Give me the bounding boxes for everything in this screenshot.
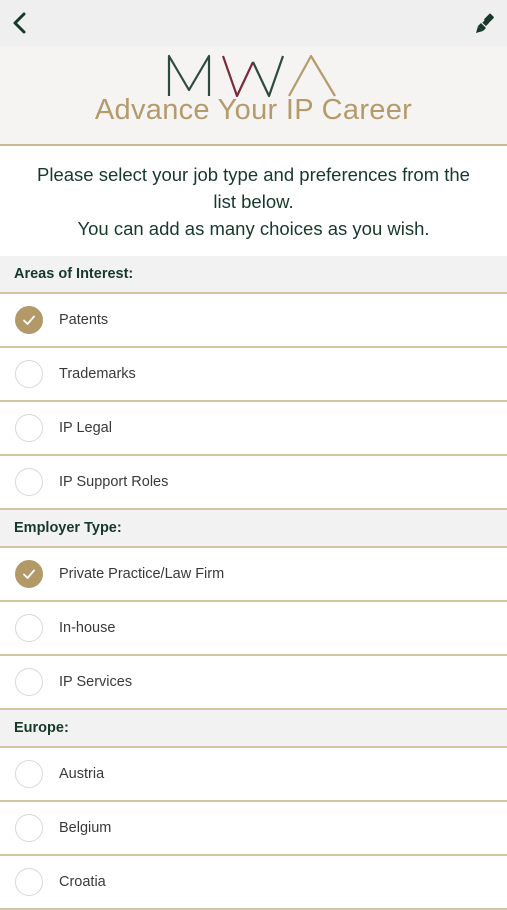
checkbox[interactable] — [15, 468, 43, 496]
checkmark-icon — [23, 315, 35, 325]
option-ip-legal[interactable]: IP Legal — [0, 402, 507, 456]
checkbox[interactable] — [15, 614, 43, 642]
option-label: Austria — [59, 766, 105, 782]
checkbox[interactable] — [15, 560, 43, 588]
brand-header: Advance Your IP Career — [0, 46, 507, 144]
top-navigation-bar — [0, 0, 507, 46]
option-label: Croatia — [59, 874, 106, 890]
checkbox[interactable] — [15, 668, 43, 696]
option-label: Belgium — [59, 820, 112, 836]
checkbox[interactable] — [15, 360, 43, 388]
checkbox[interactable] — [15, 814, 43, 842]
option-in-house[interactable]: In-house — [0, 602, 507, 656]
chevron-left-icon — [13, 12, 26, 34]
preferences-list: Areas of Interest: Patents Trademarks IP… — [0, 256, 507, 910]
checkbox[interactable] — [15, 414, 43, 442]
checkbox[interactable] — [15, 760, 43, 788]
option-croatia[interactable]: Croatia — [0, 856, 507, 910]
option-ip-support-roles[interactable]: IP Support Roles — [0, 456, 507, 510]
option-label: In-house — [59, 620, 116, 636]
checkbox[interactable] — [15, 868, 43, 896]
option-label: Patents — [59, 312, 109, 328]
checkbox[interactable] — [15, 306, 43, 334]
brush-icon — [476, 13, 494, 33]
option-label: IP Services — [59, 674, 133, 690]
brand-title: Advance Your IP Career — [94, 94, 413, 126]
mwa-logo — [167, 54, 336, 98]
section-header-areas-of-interest: Areas of Interest: — [0, 256, 507, 294]
option-austria[interactable]: Austria — [0, 748, 507, 802]
intro-text: Please select your job type and preferen… — [0, 161, 507, 242]
option-ip-services[interactable]: IP Services — [0, 656, 507, 710]
intro-line: You can add as many choices as you wish. — [77, 218, 430, 239]
option-label: Private Practice/Law Firm — [59, 566, 225, 582]
intro-line: Please select your job type and preferen… — [37, 164, 470, 185]
option-private-practice[interactable]: Private Practice/Law Firm — [0, 548, 507, 602]
back-button[interactable] — [6, 8, 36, 38]
option-label: IP Support Roles — [59, 474, 169, 490]
section-header-employer-type: Employer Type: — [0, 510, 507, 548]
brand-divider — [0, 144, 507, 146]
option-belgium[interactable]: Belgium — [0, 802, 507, 856]
intro-line: list below. — [213, 191, 294, 212]
checkmark-icon — [23, 569, 35, 579]
option-label: Trademarks — [59, 366, 136, 382]
option-trademarks[interactable]: Trademarks — [0, 348, 507, 402]
theme-button[interactable] — [473, 12, 497, 36]
section-header-europe: Europe: — [0, 710, 507, 748]
option-label: IP Legal — [59, 420, 112, 436]
option-patents[interactable]: Patents — [0, 294, 507, 348]
